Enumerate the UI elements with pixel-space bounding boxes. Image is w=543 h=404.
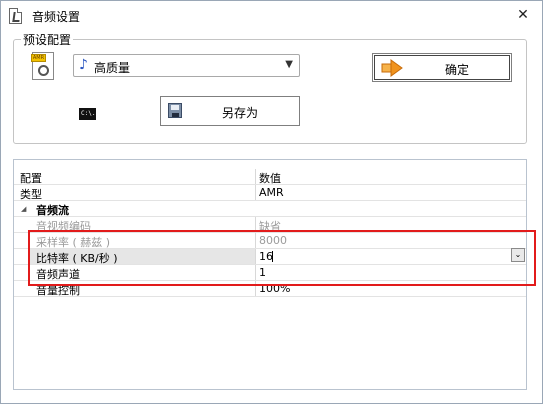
expand-triangle-icon[interactable]: ◢ (21, 205, 26, 213)
chevron-down-icon[interactable]: ⌄ (511, 248, 525, 262)
property-grid[interactable]: 配置 数值 类型 AMR ◢ 音频流 音视频编码 缺省 采样率 ( 赫兹 ) 8… (13, 159, 527, 390)
grid-header: 配置 数值 (14, 169, 526, 185)
grid-section-audio-stream[interactable]: ◢ 音频流 (14, 201, 526, 217)
grid-row-codec[interactable]: 音视频编码 缺省 (14, 217, 526, 233)
ok-button-label: 确定 (445, 63, 470, 77)
audio-settings-dialog: 音频设置 ✕ 预设配置 AMR ♪ 高质量 ▼ 确定 C:\. 另存为 配置 数… (0, 0, 543, 404)
title-bar[interactable]: 音频设置 ✕ (1, 1, 542, 31)
grid-row-bitrate[interactable]: 比特率 ( KB/秒 ) 16 ⌄ (14, 248, 526, 265)
grid-row-channels[interactable]: 音频声道 1 (14, 265, 526, 281)
ok-button[interactable]: 确定 (372, 53, 512, 82)
console-icon: C:\. (79, 108, 96, 120)
row-value: 1 (259, 266, 266, 279)
grid-row-type[interactable]: 类型 AMR (14, 185, 526, 201)
preset-group-label: 预设配置 (21, 31, 74, 48)
save-as-button[interactable]: 另存为 (160, 96, 300, 126)
save-as-button-label: 另存为 (222, 106, 259, 120)
grid-row-volume[interactable]: 音量控制 100% (14, 281, 526, 297)
app-icon (9, 8, 22, 24)
floppy-disk-icon (168, 103, 182, 118)
row-value: 100% (259, 282, 291, 295)
preset-select[interactable]: ♪ 高质量 ▼ (73, 54, 300, 77)
row-value-editor[interactable]: 16 (259, 250, 273, 263)
gear-icon (38, 65, 49, 76)
music-note-icon: ♪ (79, 57, 88, 73)
row-value: 8000 (259, 234, 287, 247)
chevron-down-icon[interactable]: ▼ (285, 59, 293, 70)
row-value: AMR (259, 186, 284, 199)
text-caret (272, 251, 273, 262)
close-button[interactable]: ✕ (512, 5, 534, 25)
amr-tag: AMR (31, 54, 46, 62)
amr-file-icon: AMR (31, 52, 54, 80)
window-title: 音频设置 (32, 10, 81, 24)
preset-select-value: 高质量 (94, 61, 131, 75)
arrow-right-icon (381, 59, 403, 77)
grid-row-sample-rate[interactable]: 采样率 ( 赫兹 ) 8000 (14, 233, 526, 249)
